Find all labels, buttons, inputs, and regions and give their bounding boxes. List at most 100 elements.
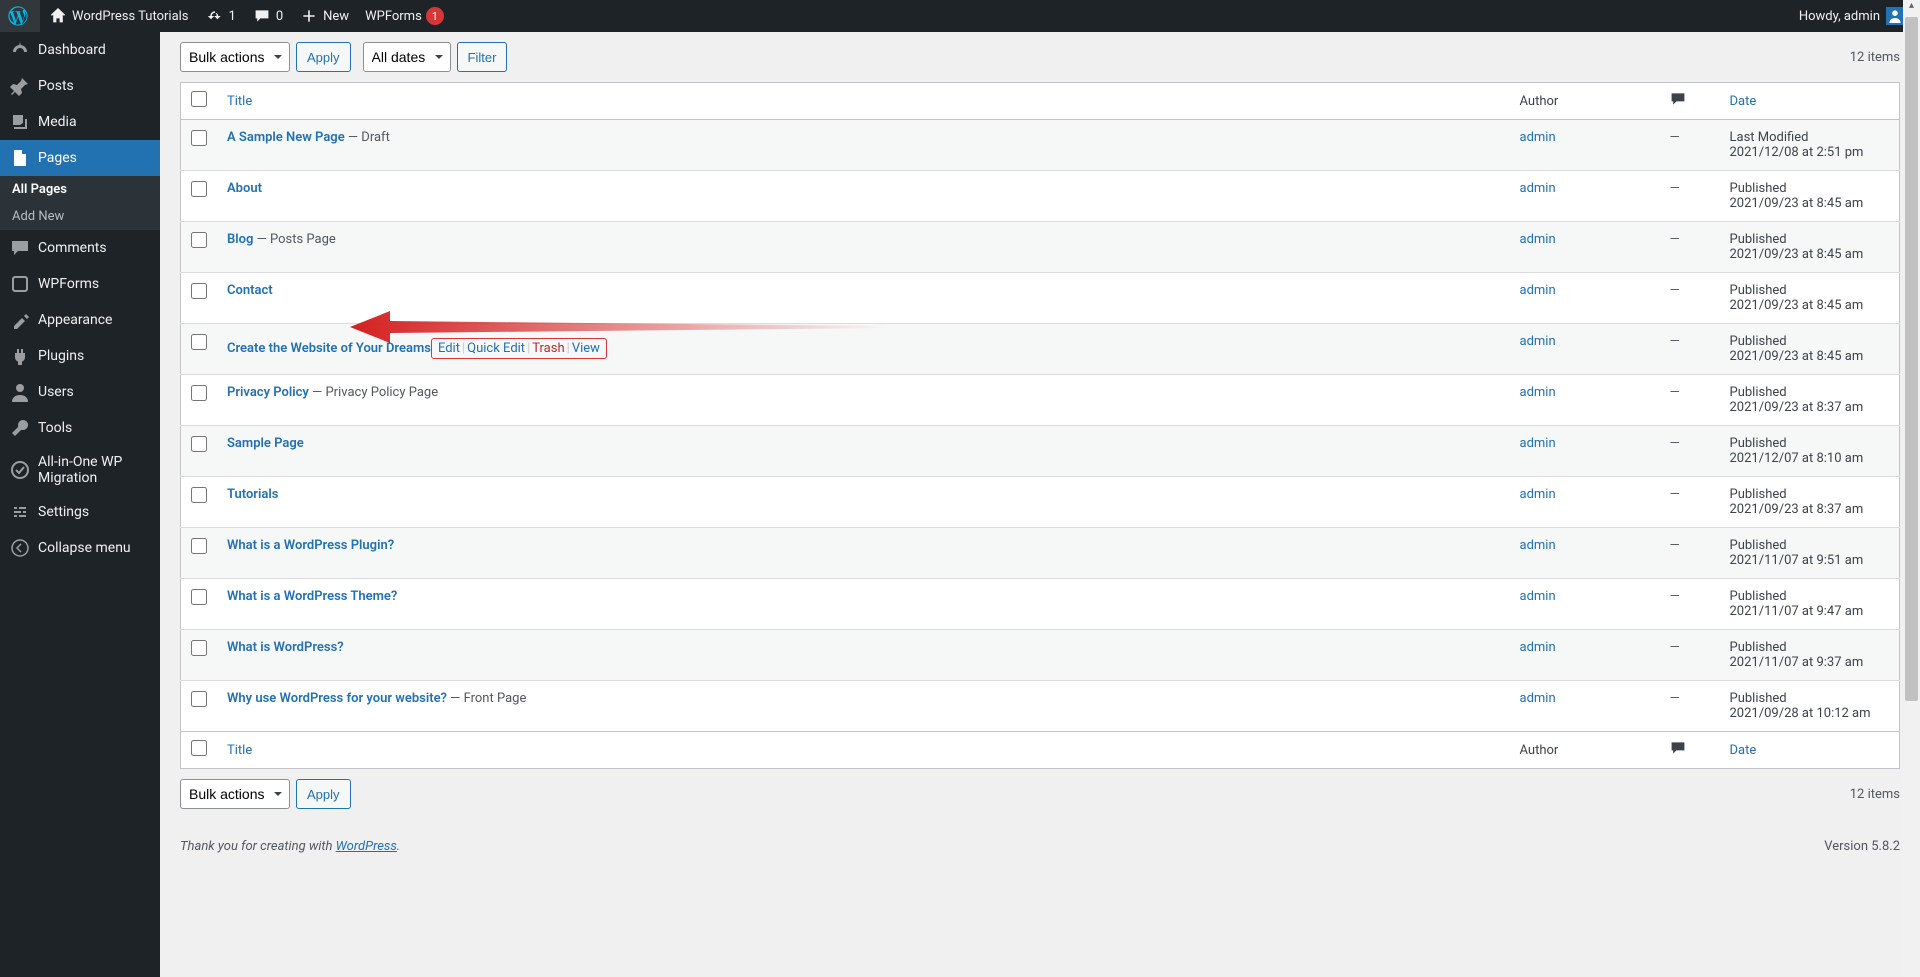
select-all-bottom[interactable] xyxy=(191,740,207,756)
page-title-link[interactable]: Sample Page xyxy=(227,436,304,451)
sidebar-item-users[interactable]: Users xyxy=(0,374,160,410)
row-checkbox[interactable] xyxy=(191,436,207,452)
page-title-link[interactable]: Blog xyxy=(227,232,253,247)
sidebar-label: Appearance xyxy=(38,312,112,328)
wp-logo[interactable] xyxy=(0,0,40,32)
author-link[interactable]: admin xyxy=(1520,181,1556,196)
col-footer-title[interactable]: Title xyxy=(217,732,1510,769)
view-link[interactable]: View xyxy=(572,341,600,356)
sidebar-sub-all-pages[interactable]: All Pages xyxy=(0,176,160,203)
browser-scrollbar[interactable] xyxy=(1903,0,1920,977)
sidebar-item-tools[interactable]: Tools xyxy=(0,410,160,446)
comments-link[interactable]: 0 xyxy=(244,0,291,32)
sidebar-item-wpforms[interactable]: WPForms xyxy=(0,266,160,302)
page-title-link[interactable]: About xyxy=(227,181,262,196)
row-checkbox[interactable] xyxy=(191,385,207,401)
site-home[interactable]: WordPress Tutorials xyxy=(40,0,197,32)
date-filter-select[interactable]: All dates xyxy=(363,42,451,72)
col-footer-date[interactable]: Date xyxy=(1720,732,1900,769)
trash-link[interactable]: Trash xyxy=(532,341,564,356)
table-row: What is a WordPress Plugin?admin—Publish… xyxy=(181,528,1900,579)
collapse-icon xyxy=(10,538,30,558)
filter-button[interactable]: Filter xyxy=(457,42,508,72)
new-content-link[interactable]: New xyxy=(291,0,357,32)
apply-button-top[interactable]: Apply xyxy=(296,42,351,72)
row-checkbox[interactable] xyxy=(191,334,207,350)
publish-date: 2021/09/23 at 8:45 am xyxy=(1730,349,1864,364)
author-link[interactable]: admin xyxy=(1520,691,1556,706)
sidebar-item-media[interactable]: Media xyxy=(0,104,160,140)
sidebar-item-appearance[interactable]: Appearance xyxy=(0,302,160,338)
page-title-link[interactable]: What is a WordPress Theme? xyxy=(227,589,397,604)
sidebar-label: Users xyxy=(38,384,74,400)
sidebar-item-all-in-one-wp-migration[interactable]: All-in-One WP Migration xyxy=(0,446,160,494)
page-title-link[interactable]: Create the Website of Your Dreams xyxy=(227,341,431,356)
row-checkbox[interactable] xyxy=(191,640,207,656)
col-header-date[interactable]: Date xyxy=(1720,83,1900,120)
sidebar-item-settings[interactable]: Settings xyxy=(0,494,160,530)
sidebar-item-pages[interactable]: Pages xyxy=(0,140,160,176)
author-link[interactable]: admin xyxy=(1520,538,1556,553)
page-title-link[interactable]: Contact xyxy=(227,283,273,298)
howdy-user[interactable]: Howdy, admin xyxy=(1791,0,1912,32)
new-label: New xyxy=(323,9,349,24)
apply-button-bottom[interactable]: Apply xyxy=(296,779,351,809)
quick-edit-link[interactable]: Quick Edit xyxy=(467,341,525,356)
author-link[interactable]: admin xyxy=(1520,334,1556,349)
bulk-actions-select[interactable]: Bulk actions xyxy=(180,42,290,72)
comments-dash: — xyxy=(1670,640,1680,655)
row-checkbox[interactable] xyxy=(191,487,207,503)
col-footer-author[interactable]: Author xyxy=(1510,732,1660,769)
footer-wp-link[interactable]: WordPress xyxy=(336,839,397,854)
row-checkbox[interactable] xyxy=(191,538,207,554)
sidebar-item-collapse-menu[interactable]: Collapse menu xyxy=(0,530,160,566)
table-row: Sample Pageadmin—Published2021/12/07 at … xyxy=(181,426,1900,477)
publish-status: Published xyxy=(1730,640,1787,655)
page-title-link[interactable]: Privacy Policy xyxy=(227,385,309,400)
items-count-top: 12 items xyxy=(1850,50,1900,65)
updates-link[interactable]: 1 xyxy=(197,0,244,32)
comment-icon xyxy=(252,6,272,26)
sidebar-item-comments[interactable]: Comments xyxy=(0,230,160,266)
dashboard-icon xyxy=(10,40,30,60)
row-checkbox[interactable] xyxy=(191,232,207,248)
col-header-comments[interactable] xyxy=(1660,83,1720,120)
author-link[interactable]: admin xyxy=(1520,487,1556,502)
row-checkbox[interactable] xyxy=(191,130,207,146)
page-title-link[interactable]: Tutorials xyxy=(227,487,278,502)
author-link[interactable]: admin xyxy=(1520,283,1556,298)
publish-status: Published xyxy=(1730,589,1787,604)
sidebar-sub-add-new[interactable]: Add New xyxy=(0,203,160,230)
row-checkbox[interactable] xyxy=(191,181,207,197)
row-checkbox[interactable] xyxy=(191,691,207,707)
author-link[interactable]: admin xyxy=(1520,385,1556,400)
author-link[interactable]: admin xyxy=(1520,589,1556,604)
comments-dash: — xyxy=(1670,436,1680,451)
sidebar-label: Media xyxy=(38,114,77,130)
page-title-link[interactable]: Why use WordPress for your website? xyxy=(227,691,447,706)
page-title-link[interactable]: What is a WordPress Plugin? xyxy=(227,538,394,553)
col-header-title[interactable]: Title xyxy=(217,83,1510,120)
sidebar-label: Plugins xyxy=(38,348,84,364)
sidebar-item-plugins[interactable]: Plugins xyxy=(0,338,160,374)
sidebar-item-posts[interactable]: Posts xyxy=(0,68,160,104)
row-checkbox[interactable] xyxy=(191,589,207,605)
publish-date: 2021/09/23 at 8:45 am xyxy=(1730,298,1864,313)
author-link[interactable]: admin xyxy=(1520,640,1556,655)
author-link[interactable]: admin xyxy=(1520,436,1556,451)
page-title-link[interactable]: What is WordPress? xyxy=(227,640,344,655)
col-header-author[interactable]: Author xyxy=(1510,83,1660,120)
author-link[interactable]: admin xyxy=(1520,232,1556,247)
sidebar-item-dashboard[interactable]: Dashboard xyxy=(0,32,160,68)
row-checkbox[interactable] xyxy=(191,283,207,299)
col-footer-comments[interactable] xyxy=(1660,732,1720,769)
page-title-link[interactable]: A Sample New Page xyxy=(227,130,345,145)
bulk-actions-select-bottom[interactable]: Bulk actions xyxy=(180,779,290,809)
select-all-top[interactable] xyxy=(191,91,207,107)
sidebar-label: Pages xyxy=(38,150,77,166)
row-actions: Edit|Quick Edit|Trash|View xyxy=(431,338,607,359)
wpforms-bar-link[interactable]: WPForms1 xyxy=(357,0,452,32)
edit-link[interactable]: Edit xyxy=(438,341,460,356)
comments-dash: — xyxy=(1670,334,1680,349)
author-link[interactable]: admin xyxy=(1520,130,1556,145)
